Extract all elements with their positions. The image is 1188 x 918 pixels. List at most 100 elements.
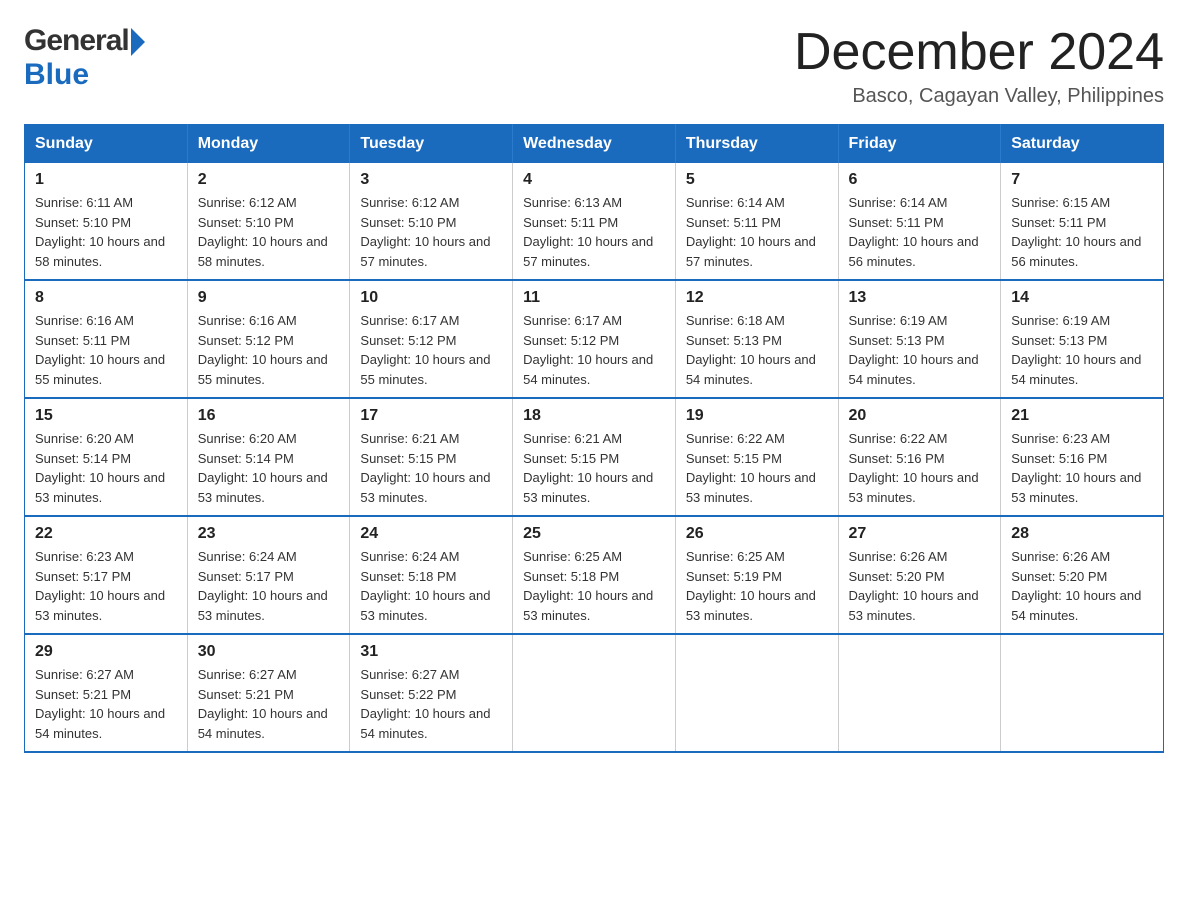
header-monday: Monday [187,125,350,164]
day-number: 4 [523,171,665,189]
table-row [1001,634,1164,752]
day-number: 1 [35,171,177,189]
header-wednesday: Wednesday [513,125,676,164]
table-row: 29 Sunrise: 6:27 AMSunset: 5:21 PMDaylig… [25,634,188,752]
day-number: 21 [1011,407,1153,425]
day-info: Sunrise: 6:14 AMSunset: 5:11 PMDaylight:… [849,195,979,269]
day-info: Sunrise: 6:22 AMSunset: 5:16 PMDaylight:… [849,431,979,505]
day-info: Sunrise: 6:16 AMSunset: 5:12 PMDaylight:… [198,313,328,387]
location-text: Basco, Cagayan Valley, Philippines [794,85,1164,108]
table-row: 24 Sunrise: 6:24 AMSunset: 5:18 PMDaylig… [350,516,513,634]
day-info: Sunrise: 6:27 AMSunset: 5:21 PMDaylight:… [35,667,165,741]
day-number: 16 [198,407,340,425]
header-thursday: Thursday [675,125,838,164]
table-row: 19 Sunrise: 6:22 AMSunset: 5:15 PMDaylig… [675,398,838,516]
logo-general-text: General [24,24,129,58]
day-info: Sunrise: 6:27 AMSunset: 5:22 PMDaylight:… [360,667,490,741]
day-info: Sunrise: 6:16 AMSunset: 5:11 PMDaylight:… [35,313,165,387]
calendar-table: Sunday Monday Tuesday Wednesday Thursday… [24,124,1164,753]
logo-blue-text: Blue [24,58,89,91]
day-number: 9 [198,289,340,307]
table-row: 3 Sunrise: 6:12 AMSunset: 5:10 PMDayligh… [350,163,513,280]
day-number: 14 [1011,289,1153,307]
day-number: 2 [198,171,340,189]
table-row: 30 Sunrise: 6:27 AMSunset: 5:21 PMDaylig… [187,634,350,752]
day-info: Sunrise: 6:18 AMSunset: 5:13 PMDaylight:… [686,313,816,387]
day-info: Sunrise: 6:19 AMSunset: 5:13 PMDaylight:… [1011,313,1141,387]
day-info: Sunrise: 6:22 AMSunset: 5:15 PMDaylight:… [686,431,816,505]
day-info: Sunrise: 6:25 AMSunset: 5:18 PMDaylight:… [523,549,653,623]
calendar-week-row: 8 Sunrise: 6:16 AMSunset: 5:11 PMDayligh… [25,280,1164,398]
day-number: 13 [849,289,991,307]
table-row: 6 Sunrise: 6:14 AMSunset: 5:11 PMDayligh… [838,163,1001,280]
day-number: 22 [35,525,177,543]
day-info: Sunrise: 6:27 AMSunset: 5:21 PMDaylight:… [198,667,328,741]
table-row: 23 Sunrise: 6:24 AMSunset: 5:17 PMDaylig… [187,516,350,634]
day-number: 3 [360,171,502,189]
table-row: 7 Sunrise: 6:15 AMSunset: 5:11 PMDayligh… [1001,163,1164,280]
table-row: 22 Sunrise: 6:23 AMSunset: 5:17 PMDaylig… [25,516,188,634]
table-row: 12 Sunrise: 6:18 AMSunset: 5:13 PMDaylig… [675,280,838,398]
table-row [838,634,1001,752]
day-number: 19 [686,407,828,425]
table-row: 5 Sunrise: 6:14 AMSunset: 5:11 PMDayligh… [675,163,838,280]
day-info: Sunrise: 6:21 AMSunset: 5:15 PMDaylight:… [360,431,490,505]
day-info: Sunrise: 6:26 AMSunset: 5:20 PMDaylight:… [1011,549,1141,623]
day-number: 6 [849,171,991,189]
day-number: 23 [198,525,340,543]
day-number: 30 [198,643,340,661]
table-row: 27 Sunrise: 6:26 AMSunset: 5:20 PMDaylig… [838,516,1001,634]
table-row: 25 Sunrise: 6:25 AMSunset: 5:18 PMDaylig… [513,516,676,634]
table-row: 26 Sunrise: 6:25 AMSunset: 5:19 PMDaylig… [675,516,838,634]
day-number: 11 [523,289,665,307]
table-row: 17 Sunrise: 6:21 AMSunset: 5:15 PMDaylig… [350,398,513,516]
day-info: Sunrise: 6:11 AMSunset: 5:10 PMDaylight:… [35,195,165,269]
day-number: 24 [360,525,502,543]
day-info: Sunrise: 6:21 AMSunset: 5:15 PMDaylight:… [523,431,653,505]
day-info: Sunrise: 6:25 AMSunset: 5:19 PMDaylight:… [686,549,816,623]
table-row: 11 Sunrise: 6:17 AMSunset: 5:12 PMDaylig… [513,280,676,398]
day-info: Sunrise: 6:20 AMSunset: 5:14 PMDaylight:… [198,431,328,505]
day-number: 28 [1011,525,1153,543]
calendar-week-row: 22 Sunrise: 6:23 AMSunset: 5:17 PMDaylig… [25,516,1164,634]
day-info: Sunrise: 6:17 AMSunset: 5:12 PMDaylight:… [523,313,653,387]
table-row: 28 Sunrise: 6:26 AMSunset: 5:20 PMDaylig… [1001,516,1164,634]
day-info: Sunrise: 6:26 AMSunset: 5:20 PMDaylight:… [849,549,979,623]
table-row: 18 Sunrise: 6:21 AMSunset: 5:15 PMDaylig… [513,398,676,516]
day-number: 10 [360,289,502,307]
table-row [513,634,676,752]
header-sunday: Sunday [25,125,188,164]
day-info: Sunrise: 6:13 AMSunset: 5:11 PMDaylight:… [523,195,653,269]
table-row: 4 Sunrise: 6:13 AMSunset: 5:11 PMDayligh… [513,163,676,280]
day-info: Sunrise: 6:23 AMSunset: 5:16 PMDaylight:… [1011,431,1141,505]
table-row: 10 Sunrise: 6:17 AMSunset: 5:12 PMDaylig… [350,280,513,398]
table-row: 21 Sunrise: 6:23 AMSunset: 5:16 PMDaylig… [1001,398,1164,516]
day-number: 18 [523,407,665,425]
day-number: 25 [523,525,665,543]
calendar-header-row: Sunday Monday Tuesday Wednesday Thursday… [25,125,1164,164]
table-row: 8 Sunrise: 6:16 AMSunset: 5:11 PMDayligh… [25,280,188,398]
day-number: 20 [849,407,991,425]
month-title: December 2024 [794,24,1164,81]
logo-triangle-icon [131,28,145,56]
day-number: 31 [360,643,502,661]
header-tuesday: Tuesday [350,125,513,164]
day-info: Sunrise: 6:17 AMSunset: 5:12 PMDaylight:… [360,313,490,387]
day-number: 5 [686,171,828,189]
day-number: 26 [686,525,828,543]
calendar-week-row: 1 Sunrise: 6:11 AMSunset: 5:10 PMDayligh… [25,163,1164,280]
day-info: Sunrise: 6:24 AMSunset: 5:17 PMDaylight:… [198,549,328,623]
day-info: Sunrise: 6:12 AMSunset: 5:10 PMDaylight:… [360,195,490,269]
day-number: 29 [35,643,177,661]
day-number: 12 [686,289,828,307]
table-row: 13 Sunrise: 6:19 AMSunset: 5:13 PMDaylig… [838,280,1001,398]
day-info: Sunrise: 6:24 AMSunset: 5:18 PMDaylight:… [360,549,490,623]
table-row: 9 Sunrise: 6:16 AMSunset: 5:12 PMDayligh… [187,280,350,398]
table-row: 2 Sunrise: 6:12 AMSunset: 5:10 PMDayligh… [187,163,350,280]
table-row: 31 Sunrise: 6:27 AMSunset: 5:22 PMDaylig… [350,634,513,752]
calendar-week-row: 15 Sunrise: 6:20 AMSunset: 5:14 PMDaylig… [25,398,1164,516]
day-info: Sunrise: 6:14 AMSunset: 5:11 PMDaylight:… [686,195,816,269]
table-row: 20 Sunrise: 6:22 AMSunset: 5:16 PMDaylig… [838,398,1001,516]
header-friday: Friday [838,125,1001,164]
day-number: 7 [1011,171,1153,189]
